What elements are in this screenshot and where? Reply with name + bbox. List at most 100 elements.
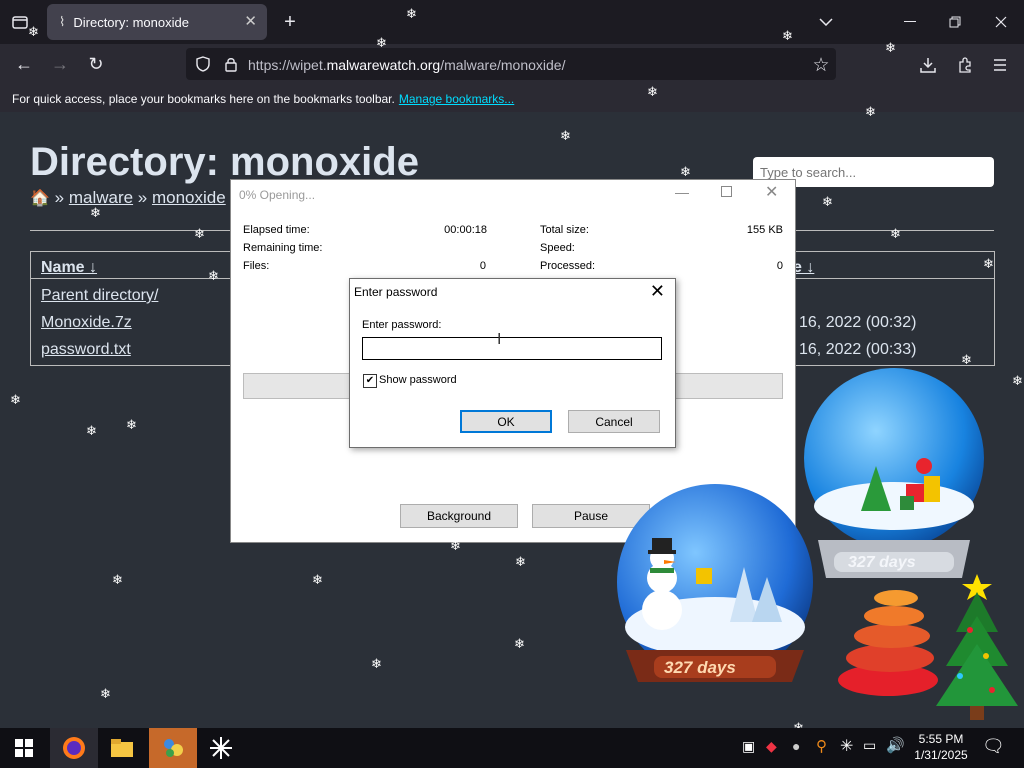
page-favicon-icon: ⌇ bbox=[59, 14, 66, 29]
processed-value: 0 bbox=[776, 260, 783, 272]
snowflake-icon: ❄ bbox=[371, 656, 382, 671]
forward-icon[interactable]: → bbox=[48, 52, 72, 76]
snowflake-icon: ❄ bbox=[208, 268, 219, 283]
file-explorer-icon[interactable] bbox=[98, 728, 146, 768]
remaining-label: Remaining time: bbox=[243, 242, 323, 254]
show-password-checkbox[interactable]: ✔ bbox=[363, 374, 377, 388]
elapsed-label: Elapsed time: bbox=[243, 224, 310, 236]
tab-title: Directory: monoxide bbox=[73, 14, 189, 30]
file-link-password-txt[interactable]: password.txt bbox=[41, 341, 131, 359]
snowflake-icon: ❄ bbox=[126, 417, 137, 432]
taskbar: ▣ ◆ ● ⚲ ✳ ▭ 🔊 5:55 PM 1/31/2025 🗨 bbox=[0, 728, 1024, 768]
gifts-globe-widget[interactable]: 327 days bbox=[796, 366, 992, 588]
tray-search-icon[interactable]: ⚲ bbox=[816, 737, 827, 755]
manage-bookmarks-link[interactable]: Manage bookmarks... bbox=[399, 92, 514, 106]
total-size-value: 155 KB bbox=[746, 224, 783, 236]
restore-icon[interactable] bbox=[943, 10, 967, 34]
snowflake-icon: ❄ bbox=[450, 538, 461, 553]
files-label: Files: bbox=[243, 260, 270, 272]
maximize-icon[interactable] bbox=[721, 186, 732, 197]
snowflake-icon: ❄ bbox=[10, 392, 21, 407]
snowflake-icon: ❄ bbox=[1012, 373, 1023, 388]
tab-close-icon[interactable]: ✕ bbox=[244, 12, 257, 30]
system-clock[interactable]: 5:55 PM 1/31/2025 bbox=[906, 731, 976, 763]
file-link-parent[interactable]: Parent directory/ bbox=[41, 287, 158, 305]
minimize-icon[interactable] bbox=[898, 10, 922, 34]
file-link-monoxide-7z[interactable]: Monoxide.7z bbox=[41, 314, 132, 332]
url-prefix: https://wipet. bbox=[248, 57, 327, 73]
menu-icon[interactable] bbox=[988, 53, 1012, 77]
network-icon[interactable]: ▭ bbox=[863, 737, 876, 754]
downloads-icon[interactable] bbox=[916, 53, 940, 77]
column-header-date[interactable]: e ↓ bbox=[793, 259, 814, 277]
show-password-label[interactable]: Show password bbox=[379, 374, 457, 386]
tray-snow-icon[interactable]: ✳ bbox=[840, 736, 853, 756]
snowflake-icon: ❄ bbox=[560, 128, 571, 143]
snowflake-icon: ❄ bbox=[890, 226, 901, 241]
snowflake-icon: ❄ bbox=[983, 256, 994, 271]
cancel-button[interactable]: Cancel bbox=[568, 410, 660, 433]
bookmarks-hint: For quick access, place your bookmarks h… bbox=[12, 92, 395, 106]
text-cursor-icon: I bbox=[497, 331, 502, 348]
dialog-title: 0% Opening... bbox=[239, 188, 316, 202]
close-window-icon[interactable] bbox=[989, 10, 1013, 34]
notifications-icon[interactable]: 🗨 bbox=[982, 736, 1005, 757]
files-value: 0 bbox=[479, 260, 486, 272]
firefox-taskbar-icon[interactable] bbox=[50, 728, 98, 768]
snowflake-icon: ❄ bbox=[376, 35, 387, 50]
reload-icon[interactable]: ↻ bbox=[84, 52, 108, 76]
extensions-icon[interactable] bbox=[953, 53, 977, 77]
snowflake-icon: ❄ bbox=[406, 6, 417, 21]
new-tab-icon[interactable]: + bbox=[278, 10, 302, 34]
ok-button[interactable]: OK bbox=[460, 410, 552, 433]
background-button[interactable]: Background bbox=[400, 504, 518, 528]
start-button[interactable] bbox=[0, 728, 48, 768]
column-header-name[interactable]: Name ↓ bbox=[41, 259, 97, 277]
snowflake-icon: ❄ bbox=[782, 28, 793, 43]
snowflake-icon: ❄ bbox=[514, 636, 525, 651]
days-counter: 327 days bbox=[664, 658, 736, 677]
tracking-shield-icon[interactable] bbox=[194, 54, 212, 74]
snowflake-icon: ❄ bbox=[194, 226, 205, 241]
back-icon[interactable]: ← bbox=[12, 52, 36, 76]
breadcrumb-monoxide[interactable]: monoxide bbox=[152, 188, 226, 207]
file-date: 16, 2022 (00:33) bbox=[799, 341, 917, 358]
snowman-globe-widget[interactable]: 327 days bbox=[612, 482, 818, 704]
dialog-title: Enter password bbox=[354, 285, 438, 299]
snowflake-icon: ❄ bbox=[28, 24, 39, 39]
breadcrumb-malware[interactable]: malware bbox=[69, 188, 133, 207]
close-icon[interactable]: ✕ bbox=[650, 281, 665, 302]
snowflake-icon: ❄ bbox=[885, 40, 896, 55]
close-icon[interactable]: ✕ bbox=[765, 182, 778, 202]
url-domain: malwarewatch.org bbox=[326, 57, 441, 73]
password-dialog: Enter password ✕ Enter password: ✔ Show … bbox=[349, 278, 676, 448]
volume-icon[interactable]: 🔊 bbox=[886, 736, 905, 754]
minimize-icon[interactable]: — bbox=[675, 184, 689, 200]
7zip-taskbar-icon[interactable] bbox=[149, 728, 197, 768]
christmas-tree-widget[interactable] bbox=[930, 566, 1020, 726]
tray-app-icon[interactable]: ▣ bbox=[742, 738, 755, 755]
days-counter: 327 days bbox=[848, 554, 916, 571]
lock-icon[interactable] bbox=[222, 54, 240, 74]
tray-drop-icon[interactable]: ● bbox=[792, 738, 800, 754]
snowflake-icon: ❄ bbox=[112, 572, 123, 587]
tray-app-icon[interactable]: ◆ bbox=[766, 738, 777, 755]
snowflake-icon: ❄ bbox=[90, 205, 101, 220]
file-date: 16, 2022 (00:32) bbox=[799, 314, 917, 331]
list-all-tabs-icon[interactable] bbox=[814, 10, 838, 34]
password-input[interactable] bbox=[362, 337, 662, 360]
url-text[interactable]: https://wipet.malwarewatch.org/malware/m… bbox=[248, 57, 565, 73]
snowflake-icon: ❄ bbox=[312, 572, 323, 587]
password-label: Enter password: bbox=[362, 319, 442, 331]
snowflake-icon: ❄ bbox=[865, 104, 876, 119]
snowflake-icon: ❄ bbox=[100, 686, 111, 701]
snowflake-icon: ❄ bbox=[822, 194, 833, 209]
browser-tab[interactable]: ⌇ Directory: monoxide ✕ bbox=[47, 4, 267, 40]
bookmark-star-icon[interactable]: ☆ bbox=[809, 53, 833, 77]
snow-app-taskbar-icon[interactable] bbox=[197, 728, 245, 768]
snowflake-icon: ❄ bbox=[647, 84, 658, 99]
clock-date: 1/31/2025 bbox=[914, 748, 968, 762]
home-icon[interactable]: 🏠 bbox=[30, 190, 50, 207]
snowflake-icon: ❄ bbox=[680, 164, 691, 179]
breadcrumb: 🏠 » malware » monoxide bbox=[30, 188, 226, 207]
